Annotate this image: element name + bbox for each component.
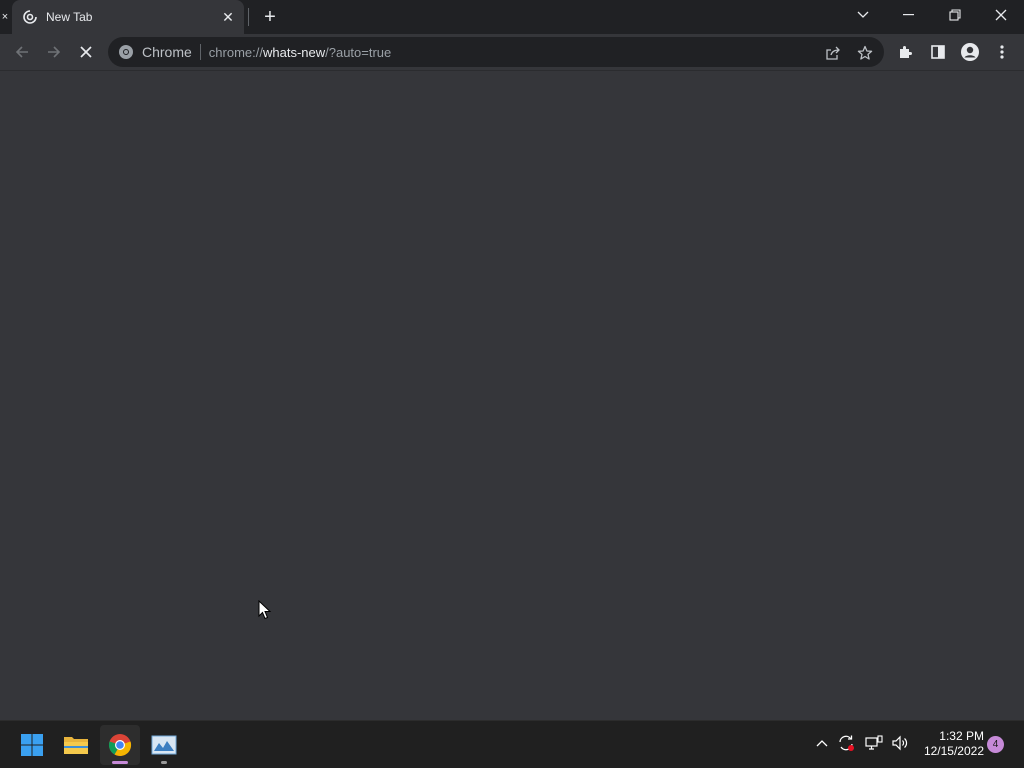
forward-button[interactable] — [40, 38, 68, 66]
tab-close-button[interactable]: ✕ — [220, 9, 236, 25]
stop-loading-button[interactable] — [72, 38, 100, 66]
chrome-menu-button[interactable] — [990, 40, 1014, 64]
profile-button[interactable] — [958, 40, 982, 64]
close-window-button[interactable] — [978, 0, 1024, 30]
sync-icon — [839, 735, 854, 751]
puzzle-icon — [900, 46, 912, 58]
clock-time: 1:32 PM — [939, 729, 984, 743]
new-tab-button[interactable]: + — [258, 5, 282, 29]
chrome-logo-icon — [119, 45, 133, 59]
taskbar-file-explorer[interactable] — [56, 725, 96, 765]
minimize-button[interactable] — [886, 0, 932, 30]
url-scheme: chrome:// — [208, 44, 263, 60]
loading-favicon-icon — [23, 10, 37, 24]
share-button[interactable] — [824, 44, 842, 62]
side-panel-button[interactable] — [926, 40, 950, 64]
toolbar: Chrome chrome://whats-new/?auto=true — [0, 34, 1024, 70]
taskbar-image-viewer[interactable] — [144, 725, 184, 765]
windows-logo-icon — [21, 734, 43, 756]
tab-scroll-stub[interactable]: × — [0, 8, 10, 26]
page-content[interactable] — [0, 70, 1024, 720]
arrow-left-icon — [15, 46, 28, 58]
person-icon — [961, 43, 979, 61]
system-clock[interactable]: 1:32 PM 12/15/2022 — [916, 729, 984, 759]
url-path: /?auto=true — [325, 44, 392, 60]
sync-status-button[interactable] — [834, 731, 858, 755]
address-bar[interactable]: Chrome chrome://whats-new/?auto=true — [108, 37, 884, 67]
taskbar: 1:32 PM 12/15/2022 — [0, 720, 1024, 768]
more-vertical-icon — [1000, 45, 1004, 59]
close-icon — [80, 46, 92, 58]
restore-icon — [949, 9, 961, 21]
bookmark-button[interactable] — [856, 44, 874, 62]
tab-search-button[interactable] — [840, 0, 886, 30]
extensions-button[interactable] — [894, 40, 918, 64]
minimize-icon — [903, 14, 914, 16]
volume-button[interactable] — [888, 731, 912, 755]
tab-title: New Tab — [46, 10, 93, 24]
mouse-cursor-icon — [258, 600, 272, 620]
chrome-logo-icon — [108, 734, 132, 757]
arrow-right-icon — [48, 46, 61, 58]
folder-icon — [64, 737, 88, 754]
speaker-icon — [892, 735, 908, 751]
show-hidden-icons-button[interactable] — [810, 731, 834, 755]
notification-badge[interactable]: 4 — [987, 736, 1004, 753]
close-icon — [995, 9, 1007, 21]
title-bar: × New Tab ✕ + — [0, 0, 1024, 34]
star-icon — [857, 45, 873, 60]
restore-button[interactable] — [932, 0, 978, 30]
chevron-up-icon — [816, 740, 828, 747]
chip-separator — [199, 44, 201, 60]
tab-new-tab[interactable]: New Tab ✕ — [12, 0, 244, 34]
chevron-down-icon — [857, 11, 869, 18]
network-button[interactable] — [862, 731, 886, 755]
url-host: whats-new — [262, 44, 326, 60]
active-indicator — [112, 761, 128, 764]
taskbar-chrome[interactable] — [100, 725, 140, 765]
side-panel-icon — [931, 45, 945, 59]
site-chip-label[interactable]: Chrome — [142, 44, 192, 60]
share-icon — [826, 46, 840, 60]
network-icon — [865, 735, 883, 750]
image-viewer-icon — [151, 735, 177, 755]
back-button[interactable] — [8, 38, 36, 66]
url-text[interactable]: chrome://whats-new/?auto=true — [209, 45, 391, 60]
running-indicator — [161, 761, 167, 764]
tab-separator — [248, 8, 249, 26]
start-button[interactable] — [12, 725, 52, 765]
clock-date: 12/15/2022 — [923, 744, 984, 758]
